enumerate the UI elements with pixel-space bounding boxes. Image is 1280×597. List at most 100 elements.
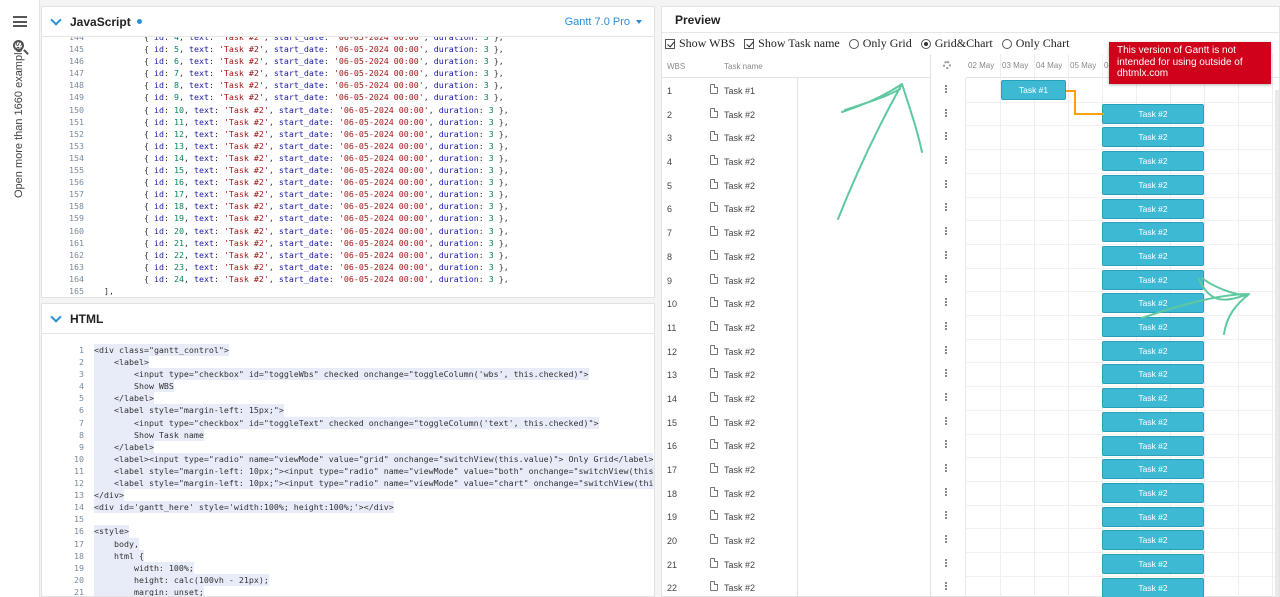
grid-row[interactable]: 8 Task #2: [662, 245, 947, 269]
task-name-cell: Task #2: [724, 346, 756, 357]
grid-row[interactable]: 10 Task #2: [662, 292, 947, 316]
task-name-column-header[interactable]: Task name: [724, 62, 763, 71]
task-bar[interactable]: Task #2: [1102, 411, 1204, 432]
grid-row[interactable]: 7 Task #2: [662, 221, 947, 245]
row-menu-icon[interactable]: [945, 250, 947, 259]
task-bar[interactable]: Task #2: [1102, 151, 1204, 172]
javascript-pane-header[interactable]: JavaScript Gantt 7.0 Pro: [42, 7, 654, 37]
grid-row[interactable]: 3 Task #2: [662, 126, 947, 150]
row-menu-icon[interactable]: [945, 440, 947, 449]
control-only-chart[interactable]: Only Chart: [1001, 36, 1069, 51]
checkbox[interactable]: [744, 38, 755, 49]
task-bar[interactable]: Task #2: [1102, 364, 1204, 385]
task-bar[interactable]: Task #2: [1102, 245, 1204, 266]
grid-row[interactable]: 22 Task #2: [662, 576, 947, 597]
task-bar[interactable]: Task #2: [1102, 317, 1204, 337]
row-menu-icon[interactable]: [945, 511, 947, 520]
task-bar[interactable]: Task #1: [1001, 80, 1066, 100]
row-menu-icon[interactable]: [945, 156, 947, 165]
row-menu-icon[interactable]: [945, 298, 947, 307]
checkbox[interactable]: [665, 38, 675, 49]
menu-icon[interactable]: [13, 16, 27, 27]
row-menu-icon[interactable]: [945, 416, 947, 425]
row-menu-icon[interactable]: [945, 464, 947, 472]
row-menu-icon[interactable]: [945, 392, 947, 401]
task-bar[interactable]: Task #2: [1102, 103, 1204, 124]
task-bar[interactable]: Task #2: [1102, 388, 1204, 409]
grid-row[interactable]: 1 Task #1: [662, 79, 947, 103]
timeline-row-line: [966, 480, 1279, 482]
grid-row[interactable]: 18 Task #2: [662, 482, 947, 506]
grid-row[interactable]: 6 Task #2: [662, 197, 947, 221]
radio-button[interactable]: [848, 38, 859, 49]
row-menu-icon[interactable]: [945, 345, 947, 354]
row-menu-icon[interactable]: [945, 108, 947, 117]
grid-chart-splitter[interactable]: [930, 54, 931, 597]
task-bar[interactable]: Task #2: [1102, 222, 1204, 243]
row-menu-icon[interactable]: [945, 85, 947, 93]
grid-row[interactable]: 20 Task #2: [662, 529, 947, 553]
task-bar[interactable]: Task #2: [1102, 127, 1204, 148]
control-only-grid[interactable]: Only Grid: [848, 36, 912, 51]
javascript-code-editor[interactable]: 144 { id: 4, text: 'Task #2', start_date…: [42, 37, 654, 298]
task-bar[interactable]: Task #2: [1102, 198, 1204, 219]
row-menu-icon[interactable]: [945, 132, 947, 141]
task-bar[interactable]: Task #2: [1102, 577, 1204, 597]
row-menu-icon[interactable]: [945, 274, 947, 283]
grid-row[interactable]: 14 Task #2: [662, 387, 947, 411]
grid-row[interactable]: 12 Task #2: [662, 340, 947, 364]
task-bar[interactable]: Task #2: [1102, 435, 1204, 456]
gear-icon[interactable]: [943, 61, 951, 69]
grid-row[interactable]: 15 Task #2: [662, 411, 947, 435]
open-more-examples-link[interactable]: Open more than 1660 examples: [13, 41, 25, 198]
task-bar[interactable]: Task #2: [1102, 174, 1204, 195]
html-code-editor[interactable]: 1 <div class="gantt_control"> 2 <label> 3 <…: [42, 334, 654, 596]
collapse-chevron-icon[interactable]: [50, 310, 62, 323]
task-bar[interactable]: Task #2: [1102, 554, 1204, 574]
radio-button[interactable]: [920, 38, 931, 49]
version-dropdown[interactable]: Gantt 7.0 Pro: [565, 16, 642, 28]
code-line: 151 { id: 11, text: 'Task #2', start_dat…: [42, 116, 654, 128]
code-text: </label>: [94, 392, 154, 405]
row-menu-icon[interactable]: [945, 203, 947, 212]
task-bar[interactable]: Task #2: [1102, 340, 1204, 361]
control-show-task-name[interactable]: Show Task name: [744, 36, 840, 51]
wbs-cell: 7: [667, 228, 673, 239]
grid-row[interactable]: 11 Task #2: [662, 316, 947, 340]
grid-row[interactable]: 5 Task #2: [662, 174, 947, 198]
grid-row[interactable]: 19 Task #2: [662, 505, 947, 529]
task-bar[interactable]: Task #2: [1102, 506, 1204, 527]
row-menu-icon[interactable]: [945, 369, 947, 378]
code-text: { id: 17, text: 'Task #2', start_date: '…: [94, 189, 509, 200]
row-menu-icon[interactable]: [945, 321, 947, 330]
javascript-pane-title: JavaScript: [70, 14, 131, 29]
row-menu-icon[interactable]: [945, 582, 947, 591]
dependency-link[interactable]: [1074, 112, 1104, 115]
grid-row[interactable]: 16 Task #2: [662, 434, 947, 458]
row-menu-icon[interactable]: [945, 227, 947, 236]
task-bar[interactable]: Task #2: [1102, 482, 1204, 503]
html-pane-header[interactable]: HTML: [42, 304, 654, 334]
line-number: 16: [74, 526, 84, 537]
row-menu-icon[interactable]: [945, 558, 947, 567]
grid-row[interactable]: 17 Task #2: [662, 458, 947, 482]
row-menu-icon[interactable]: [945, 179, 947, 188]
dependency-link[interactable]: [1074, 90, 1076, 114]
grid-row[interactable]: 2 Task #2: [662, 103, 947, 127]
grid-row[interactable]: 21 Task #2: [662, 553, 947, 577]
task-bar[interactable]: Task #2: [1102, 530, 1204, 551]
wbs-column-header[interactable]: WBS: [667, 62, 685, 71]
task-bar[interactable]: Task #2: [1102, 269, 1204, 290]
grid-row[interactable]: 4 Task #2: [662, 150, 947, 174]
radio-button[interactable]: [1001, 38, 1012, 49]
task-bar[interactable]: Task #2: [1102, 293, 1204, 314]
control-show-wbs[interactable]: Show WBS: [665, 36, 735, 51]
grid-row[interactable]: 13 Task #2: [662, 363, 947, 387]
row-menu-icon[interactable]: [945, 487, 947, 496]
row-menu-icon[interactable]: [945, 535, 947, 544]
collapse-chevron-icon[interactable]: [50, 13, 62, 26]
grid-row[interactable]: 9 Task #2: [662, 269, 947, 293]
control-grid-chart[interactable]: Grid&Chart: [920, 36, 993, 51]
vertical-scrollbar[interactable]: [1275, 90, 1279, 597]
task-bar[interactable]: Task #2: [1102, 459, 1204, 480]
